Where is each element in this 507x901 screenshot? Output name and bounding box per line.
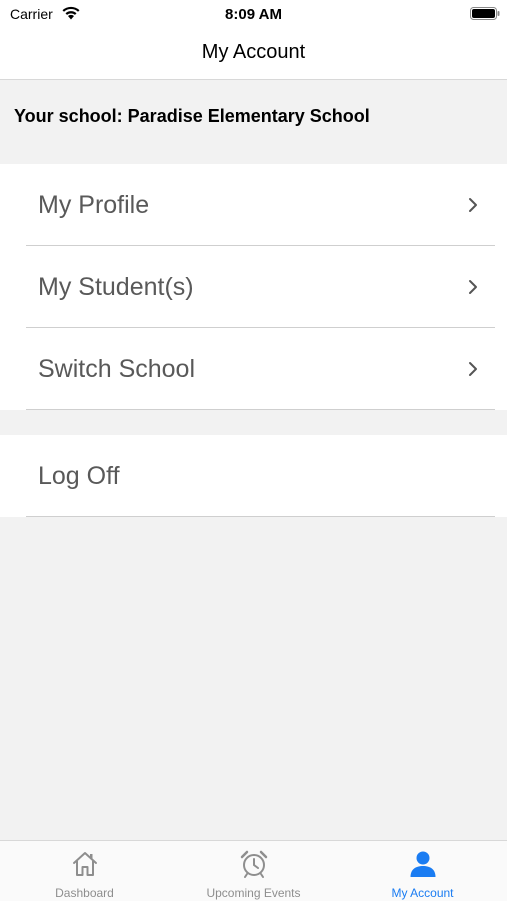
tab-my-account[interactable]: My Account — [338, 841, 507, 901]
row-label: Log Off — [38, 462, 120, 490]
person-icon — [410, 851, 436, 877]
page-title: My Account — [201, 41, 306, 63]
tab-label: Dashboard — [55, 886, 114, 900]
chevron-right-icon — [469, 280, 477, 294]
log-off-row[interactable]: Log Off — [0, 435, 507, 517]
row-divider — [26, 516, 495, 517]
row-label: My Profile — [38, 191, 150, 219]
battery-icon — [470, 7, 500, 20]
row-divider — [26, 409, 495, 410]
my-profile-row[interactable]: My Profile — [0, 164, 507, 246]
row-label: My Student(s) — [38, 273, 194, 301]
logoff-group: Log Off — [0, 435, 507, 517]
status-time: 8:09 AM — [225, 6, 282, 23]
status-bar: Carrier 8:09 AM — [0, 0, 507, 28]
school-banner: Your school: Paradise Elementary School — [0, 80, 507, 164]
tab-dashboard[interactable]: Dashboard — [0, 841, 169, 901]
house-icon — [73, 852, 97, 876]
account-menu: My Profile My Student(s) Switch School — [0, 164, 507, 410]
current-school-label: Your school: Paradise Elementary School — [14, 106, 370, 126]
alarm-clock-icon — [240, 850, 268, 878]
tab-label: Upcoming Events — [206, 886, 301, 900]
row-label: Switch School — [38, 355, 196, 383]
navigation-bar: My Account — [0, 28, 507, 80]
my-students-row[interactable]: My Student(s) — [0, 246, 507, 328]
tab-upcoming-events[interactable]: Upcoming Events — [169, 841, 338, 901]
tab-bar: Dashboard Upcoming Events My Account — [0, 840, 507, 901]
chevron-right-icon — [469, 198, 477, 212]
switch-school-row[interactable]: Switch School — [0, 328, 507, 410]
tab-label: My Account — [391, 886, 454, 900]
chevron-right-icon — [469, 362, 477, 376]
